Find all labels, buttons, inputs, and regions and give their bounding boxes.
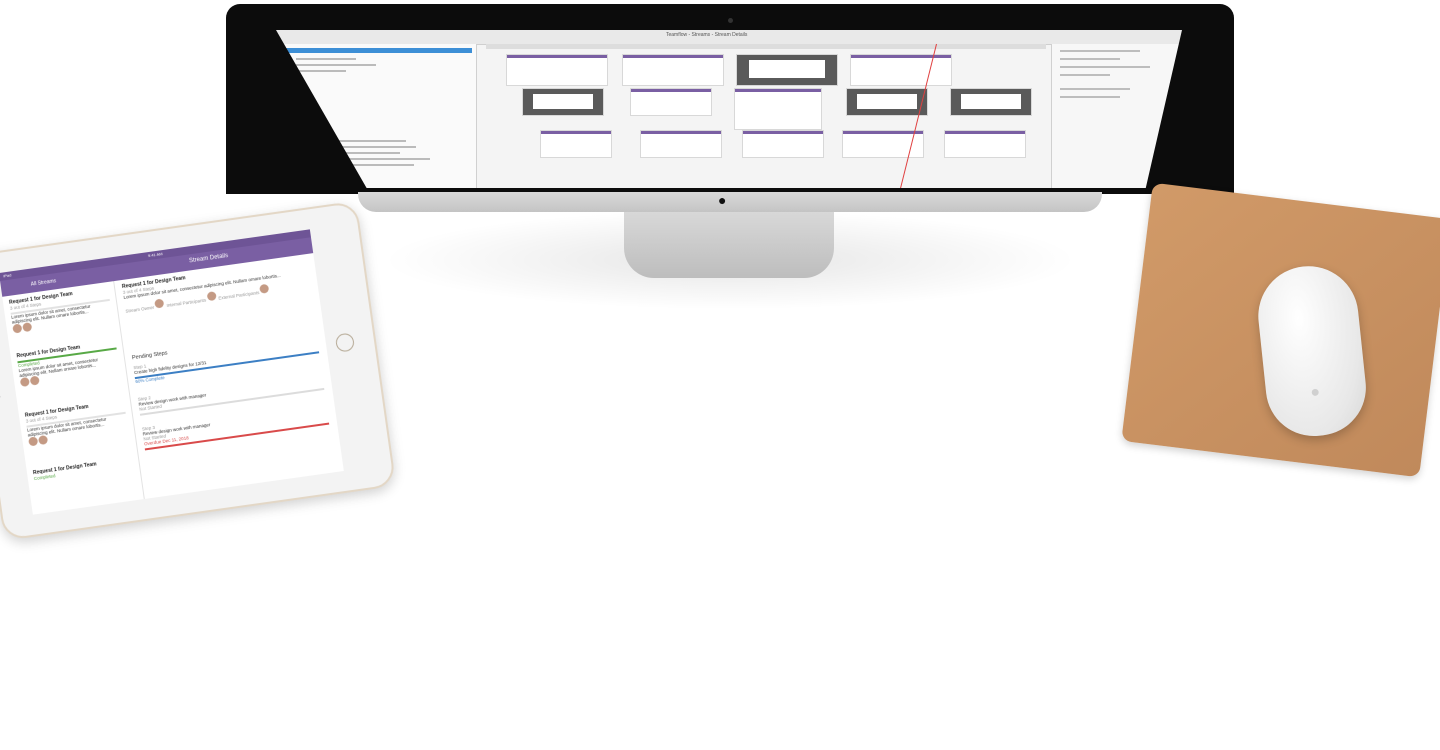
avatar (154, 298, 165, 309)
stream-detail: Request 1 for Design Team 3 out of 4 Ste… (113, 253, 344, 499)
camera-icon (728, 18, 733, 23)
selected-layer (282, 48, 472, 53)
avatar (22, 322, 33, 333)
artboard (944, 130, 1026, 158)
list-item[interactable]: Request 1 for Design Team 3 out of 4 Ste… (9, 286, 113, 335)
inspector-row (1060, 88, 1130, 90)
artboard (630, 88, 712, 116)
layer-row (324, 164, 414, 166)
imac-monitor: Teamflow - Streams - Stream Details ● (226, 0, 1234, 212)
artboard (846, 88, 928, 116)
status-carrier: iPad (3, 272, 12, 279)
avatar (28, 436, 39, 447)
role-label: External Participants (218, 290, 260, 301)
artboard (850, 54, 952, 86)
layer-row (316, 146, 416, 148)
app-toolbar: Teamflow - Streams - Stream Details (276, 30, 1182, 45)
role-label: Internal Participants (166, 297, 207, 308)
ipad-screen: iPad 9:41 AM All Streams Stream Details … (0, 229, 344, 515)
apple-logo-icon: ● (718, 192, 727, 208)
artboard (742, 130, 824, 158)
window-title: Teamflow - Streams - Stream Details (666, 32, 748, 38)
artboard (640, 130, 722, 158)
imac-chin (358, 192, 1102, 212)
layer-row (320, 152, 400, 154)
avatar (12, 323, 23, 334)
layer-row (296, 70, 346, 72)
ipad-body: iPad 9:41 AM All Streams Stream Details … (0, 200, 397, 541)
avatar (38, 434, 49, 446)
inspector-row (1060, 58, 1120, 60)
artboard (734, 88, 822, 130)
layer-row (296, 64, 376, 66)
inspector-row (1060, 74, 1110, 76)
layer-row (296, 58, 356, 60)
imac-screen: Teamflow - Streams - Stream Details (276, 30, 1182, 188)
artboard (622, 54, 724, 86)
list-item[interactable]: Request 1 for Design Team Completed Lore… (16, 339, 120, 388)
list-item[interactable]: Request 1 for Design Team 3 out of 4 Ste… (25, 399, 129, 448)
inspector-row (1060, 66, 1150, 68)
artboard (736, 54, 838, 86)
all-streams-button[interactable]: All Streams (30, 278, 56, 287)
nav-title: Stream Details (188, 253, 229, 265)
avatar (206, 291, 217, 302)
inspector-panel (1051, 44, 1182, 188)
imac-stand (624, 212, 834, 278)
artboard (950, 88, 1032, 116)
home-button[interactable] (334, 332, 356, 353)
avatar (259, 283, 270, 294)
list-item[interactable]: Request 1 for Design Team Completed (33, 456, 134, 481)
inspector-row (1060, 50, 1140, 52)
role-label: Stream Owner (125, 304, 155, 314)
artboard (506, 54, 608, 86)
inspector-row (1060, 96, 1120, 98)
apple-logo-icon: ● (1309, 383, 1321, 402)
imac-bezel: Teamflow - Streams - Stream Details (226, 4, 1234, 194)
avatar (29, 375, 40, 386)
artboard (522, 88, 604, 116)
layer-row (320, 158, 430, 160)
ipad: iPad 9:41 AM All Streams Stream Details … (0, 170, 400, 541)
layer-row (316, 140, 406, 142)
avatar (19, 376, 30, 388)
ruler (486, 44, 1046, 49)
artboard (540, 130, 612, 158)
layers-sidebar (276, 44, 477, 188)
status-time: 9:41 AM (147, 251, 163, 259)
